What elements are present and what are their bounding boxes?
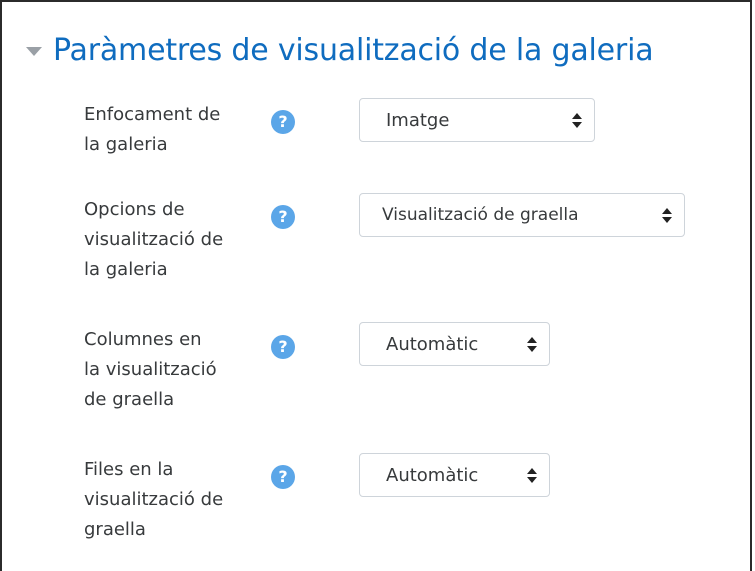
question-circle-icon[interactable]: ? [271, 110, 295, 134]
field-label-gallery-focus: Enfocament de la galeria [84, 100, 262, 160]
label-line: la galeria [84, 259, 168, 280]
question-circle-icon[interactable]: ? [271, 205, 295, 229]
sort-arrows-icon [527, 467, 537, 483]
question-circle-icon[interactable]: ? [271, 335, 295, 359]
label-line: Enfocament de [84, 104, 221, 125]
label-line: Columnes en [84, 329, 202, 350]
field-label-gallery-display-options: Opcions de visualització de la galeria [84, 195, 262, 285]
settings-panel: Paràmetres de visualització de la galeri… [0, 0, 752, 571]
sort-arrows-icon [572, 112, 582, 128]
field-label-grid-columns: Columnes en la visualització de graella [84, 325, 262, 415]
sort-arrows-icon [662, 207, 672, 223]
label-line: visualització de [84, 489, 224, 510]
field-label-grid-rows: Files en la visualització de graella [84, 455, 262, 545]
label-line: visualització de [84, 229, 224, 250]
caret-down-icon[interactable] [26, 47, 42, 56]
label-line: la visualització [84, 359, 217, 380]
label-line: graella [84, 519, 146, 540]
grid-rows-select[interactable]: Automàtic [359, 453, 550, 497]
label-line: la galeria [84, 134, 168, 155]
question-circle-icon[interactable]: ? [271, 465, 295, 489]
select-value: Automàtic [386, 464, 479, 486]
label-line: Opcions de [84, 199, 185, 220]
label-line: Files en la [84, 459, 174, 480]
gallery-display-options-select[interactable]: Visualització de graella [359, 193, 685, 237]
gallery-focus-select[interactable]: Imatge [359, 98, 595, 142]
label-line: de graella [84, 389, 175, 410]
select-value: Imatge [386, 109, 450, 131]
section-title[interactable]: Paràmetres de visualització de la galeri… [53, 33, 654, 68]
select-value: Automàtic [386, 333, 479, 355]
grid-columns-select[interactable]: Automàtic [359, 322, 550, 366]
sort-arrows-icon [527, 336, 537, 352]
select-value: Visualització de graella [382, 205, 579, 225]
section-header-toggle[interactable]: Paràmetres de visualització de la galeri… [26, 24, 654, 76]
